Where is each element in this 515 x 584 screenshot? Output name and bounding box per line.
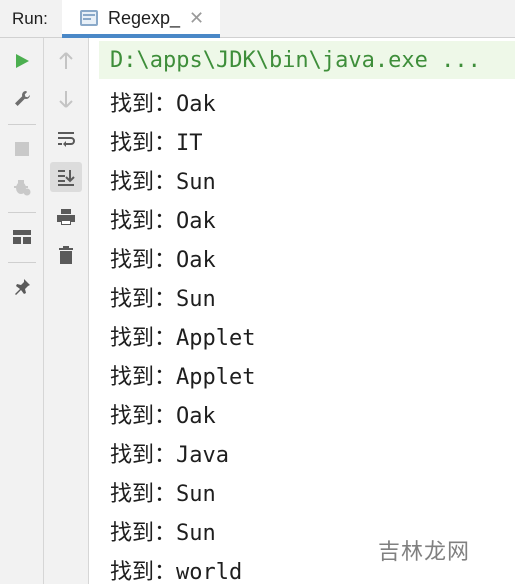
- run-icon: [16, 54, 29, 68]
- output-line: 找到：Oak: [110, 209, 216, 234]
- scroll-to-end-button[interactable]: [50, 162, 82, 192]
- settings-button[interactable]: [6, 84, 38, 114]
- command-line-row: D:\apps\JDK\bin\java.exe ...: [99, 41, 515, 79]
- pin-button[interactable]: [6, 272, 38, 302]
- output-line: 找到：Applet: [110, 365, 256, 390]
- command-line-text: D:\apps\JDK\bin\java.exe ...: [110, 48, 481, 73]
- print-icon: [57, 209, 75, 225]
- console-output[interactable]: D:\apps\JDK\bin\java.exe ... 找到：Oak 找到：I…: [89, 38, 515, 584]
- wrench-icon: [15, 91, 30, 106]
- left-toolbar: [0, 38, 44, 584]
- arrow-down-icon: [59, 91, 73, 108]
- output-line: 找到：Oak: [110, 404, 216, 429]
- scroll-to-end-icon: [58, 170, 75, 186]
- output-line: 找到：Java: [110, 443, 229, 468]
- arrow-up-icon: [59, 52, 73, 69]
- close-icon[interactable]: ✕: [189, 8, 204, 29]
- run-tool-window-header: Run: Regexp_ ✕: [0, 0, 515, 38]
- print-button[interactable]: [50, 202, 82, 232]
- output-line: 找到：Oak: [110, 92, 216, 117]
- stop-icon: [15, 142, 29, 156]
- console-tab-icon: [80, 10, 98, 26]
- run-label: Run:: [12, 9, 48, 28]
- soft-wrap-button[interactable]: [50, 124, 82, 154]
- trash-icon: [59, 246, 73, 264]
- soft-wrap-icon: [58, 132, 75, 147]
- toolbar-separator: [8, 124, 36, 125]
- layout-icon: [13, 230, 31, 244]
- run-button[interactable]: [6, 46, 38, 76]
- output-line: 找到：Sun: [110, 287, 216, 312]
- watermark: 吉林龙网: [378, 540, 471, 565]
- next-occurrence-button[interactable]: [50, 84, 82, 114]
- tab-title: Regexp_: [108, 8, 181, 28]
- output-line: 找到：world: [110, 560, 243, 584]
- toolbar-separator: [8, 212, 36, 213]
- toolbar-separator: [8, 262, 36, 263]
- console-toolbar: [44, 38, 89, 584]
- clear-all-button[interactable]: [50, 240, 82, 270]
- output-line: 找到：Sun: [110, 482, 216, 507]
- output-line: 找到：Sun: [110, 521, 216, 546]
- layout-button[interactable]: [6, 222, 38, 252]
- stop-button[interactable]: [6, 134, 38, 164]
- pin-icon: [15, 279, 30, 295]
- previous-occurrence-button[interactable]: [50, 46, 82, 76]
- tab-regexp[interactable]: Regexp_ ✕: [62, 0, 220, 38]
- output-line: 找到：Oak: [110, 248, 216, 273]
- output-line: 找到：Sun: [110, 170, 216, 195]
- output-line: 找到：IT: [110, 131, 203, 156]
- debug-icon: [14, 180, 31, 196]
- output-line: 找到：Applet: [110, 326, 256, 351]
- debug-button[interactable]: [6, 172, 38, 202]
